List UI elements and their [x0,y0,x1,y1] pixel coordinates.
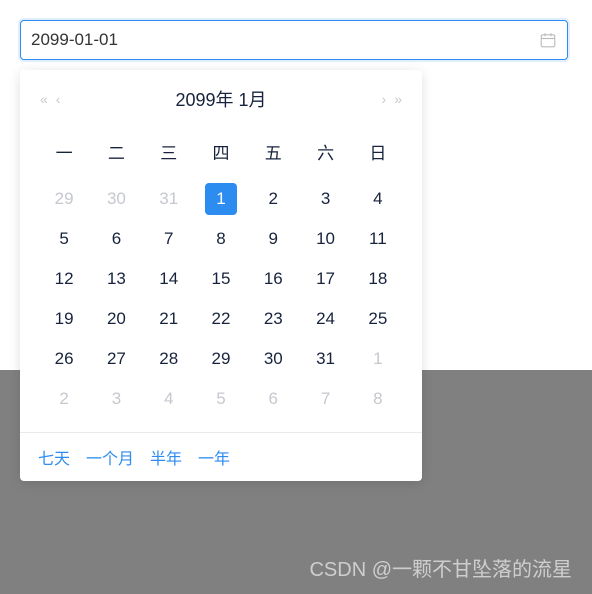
weekday-label: 三 [143,131,195,172]
day-cell[interactable]: 18 [352,260,404,298]
shortcut-one-year[interactable]: 一年 [198,445,230,469]
day-cell[interactable]: 30 [247,340,299,378]
day-cell[interactable]: 22 [195,300,247,338]
calendar-icon [539,31,557,49]
shortcut-half-year[interactable]: 半年 [150,445,182,469]
day-cell[interactable]: 23 [247,300,299,338]
day-cell[interactable]: 5 [195,380,247,418]
date-input[interactable] [31,30,539,50]
weekday-label: 一 [38,131,90,172]
day-cell[interactable]: 12 [38,260,90,298]
day-cell[interactable]: 25 [352,300,404,338]
day-cell[interactable]: 9 [247,220,299,258]
day-cell[interactable]: 31 [143,180,195,218]
month-year-title[interactable]: 2099年 1月 [60,86,381,112]
date-picker-panel: « ‹ 2099年 1月 › » 一二三四五六日 293031123456789… [20,70,422,481]
day-cell[interactable]: 11 [352,220,404,258]
day-cell[interactable]: 6 [247,380,299,418]
day-cell[interactable]: 10 [299,220,351,258]
day-cell[interactable]: 7 [299,380,351,418]
panel-header: « ‹ 2099年 1月 › » [20,70,422,126]
weekday-label: 二 [90,131,142,172]
day-cell[interactable]: 2 [38,380,90,418]
day-cell[interactable]: 26 [38,340,90,378]
day-cell[interactable]: 3 [299,180,351,218]
day-cell[interactable]: 7 [143,220,195,258]
panel-footer: 七天 一个月 半年 一年 [20,432,422,481]
day-cell[interactable]: 31 [299,340,351,378]
day-cell[interactable]: 15 [195,260,247,298]
next-year-icon[interactable]: » [394,91,402,107]
day-cell[interactable]: 21 [143,300,195,338]
day-cell[interactable]: 1 [352,340,404,378]
day-cell[interactable]: 27 [90,340,142,378]
day-cell[interactable]: 4 [352,180,404,218]
weekday-header: 一二三四五六日 [38,131,404,172]
day-cell[interactable]: 2 [247,180,299,218]
day-cell[interactable]: 8 [352,380,404,418]
day-cell[interactable]: 5 [38,220,90,258]
next-month-icon[interactable]: › [382,91,387,107]
day-cell[interactable]: 29 [195,340,247,378]
day-cell[interactable]: 17 [299,260,351,298]
day-cell[interactable]: 8 [195,220,247,258]
shortcut-one-month[interactable]: 一个月 [86,445,134,469]
weekday-label: 四 [195,131,247,172]
shortcut-seven-days[interactable]: 七天 [38,445,70,469]
weekday-label: 五 [247,131,299,172]
day-cell[interactable]: 13 [90,260,142,298]
day-cell[interactable]: 14 [143,260,195,298]
day-cell[interactable]: 16 [247,260,299,298]
weekday-label: 六 [299,131,351,172]
day-cell[interactable]: 1 [195,180,247,218]
day-cell[interactable]: 20 [90,300,142,338]
day-cell[interactable]: 30 [90,180,142,218]
days-grid: 2930311234567891011121314151617181920212… [38,180,404,418]
weekday-label: 日 [352,131,404,172]
day-cell[interactable]: 29 [38,180,90,218]
day-cell[interactable]: 28 [143,340,195,378]
date-input-wrapper[interactable] [20,20,568,60]
day-cell[interactable]: 24 [299,300,351,338]
day-cell[interactable]: 3 [90,380,142,418]
day-cell[interactable]: 4 [143,380,195,418]
day-cell[interactable]: 19 [38,300,90,338]
prev-year-icon[interactable]: « [40,91,48,107]
day-cell[interactable]: 6 [90,220,142,258]
